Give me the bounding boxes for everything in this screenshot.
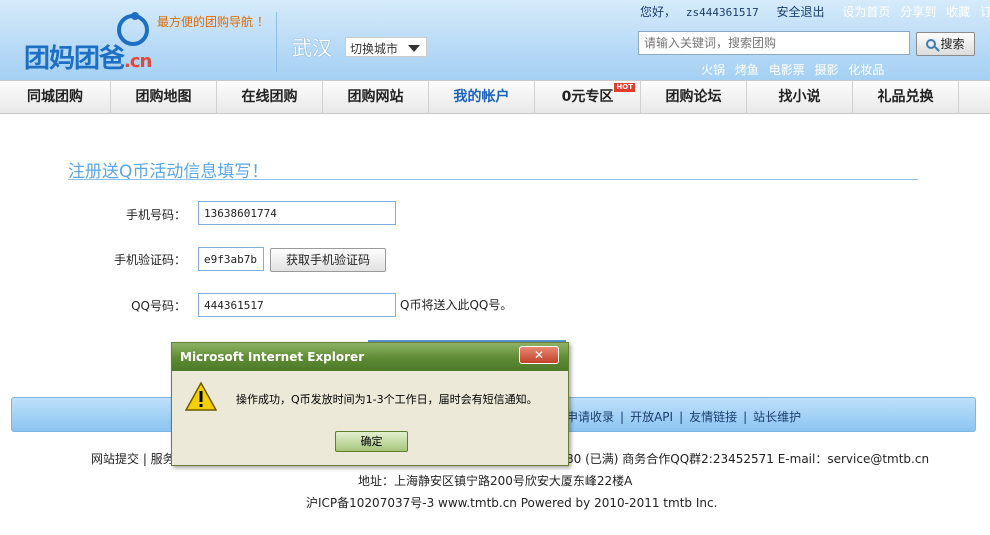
main-nav: 同城团购 团购地图 在线团购 团购网站 我的帐户 0元专区 HOT 团购论坛 找… (0, 80, 990, 114)
username[interactable]: zs444361517 (686, 6, 759, 19)
top-user-bar: 您好， zs444361517 安全退出 设为首页 分享到 收藏 订阅 (640, 3, 990, 20)
phone-field[interactable]: 13638601774 (198, 201, 396, 225)
chevron-down-icon (408, 45, 420, 52)
hotword-item[interactable]: 烤鱼 (735, 63, 759, 77)
footer-link-api[interactable]: 开放API (630, 410, 673, 424)
footer-links: 申请收录 | 开放API | 友情链接 | 站长维护 (566, 410, 802, 424)
hotword-item[interactable]: 火锅 (701, 63, 725, 77)
header-divider (276, 12, 277, 72)
hotword-item[interactable]: 化妆品 (848, 63, 884, 77)
get-code-button[interactable]: 获取手机验证码 (270, 248, 386, 272)
qq-hint: Q币将送入此QQ号。 (400, 298, 513, 312)
nav-item-online-group[interactable]: 在线团购 (217, 81, 323, 114)
dialog-body: 操作成功，Q币发放时间为1-3个工作日，届时会有短信通知。 确定 (174, 371, 566, 463)
dialog-title: Microsoft Internet Explorer (180, 350, 365, 364)
footer-line-contact: 80 (已满) 商务合作QQ群2:23452571 E-mail：service… (566, 452, 930, 466)
search-icon (926, 39, 937, 49)
qq-field[interactable]: 444361517 (198, 293, 396, 317)
nav-item-zero-zone[interactable]: 0元专区 HOT (535, 81, 641, 114)
dialog-close-button[interactable]: ✕ (519, 346, 559, 364)
warning-icon (185, 381, 217, 411)
form-divider (68, 179, 918, 180)
logout-link[interactable]: 安全退出 (777, 5, 825, 19)
hot-keywords: 火锅 烤鱼 电影票 摄影 化妆品 (701, 61, 890, 78)
nav-item-my-account[interactable]: 我的帐户 (429, 81, 535, 114)
logo-text: 团妈团爸.cn (24, 44, 152, 74)
subscribe-link[interactable]: 订阅 (980, 5, 990, 19)
set-homepage-link[interactable]: 设为首页 (842, 5, 890, 19)
nav-item-city-group[interactable]: 同城团购 (0, 81, 111, 114)
search-input[interactable] (638, 31, 910, 55)
nav-item-zero-zone-label: 0元专区 (561, 89, 614, 105)
footer-link-maintain[interactable]: 站长维护 (753, 410, 801, 424)
alert-dialog: Microsoft Internet Explorer ✕ 操作成功，Q币发放时… (171, 342, 569, 466)
hotword-item[interactable]: 电影票 (769, 63, 805, 77)
site-header: 团妈团爸.cn 最方便的团购导航 ！ 武汉 切换城市 您好， zs4443615… (0, 0, 990, 80)
hot-badge: HOT (614, 83, 635, 92)
dialog-message: 操作成功，Q币发放时间为1-3个工作日，届时会有短信通知。 (236, 393, 538, 406)
close-icon: ✕ (533, 348, 545, 362)
nav-item-group-map[interactable]: 团购地图 (111, 81, 217, 114)
share-link[interactable]: 分享到 (900, 5, 936, 19)
footer-address: 地址：上海静安区镇宁路200号欣安大厦东峰22楼A (358, 474, 633, 488)
phone-label: 手机号码： (125, 208, 186, 222)
nav-item-forum[interactable]: 团购论坛 (641, 81, 747, 114)
footer-link-friends[interactable]: 友情链接 (689, 410, 737, 424)
nav-item-gift-exchange[interactable]: 礼品兑换 (853, 81, 959, 114)
city-switch-dropdown[interactable]: 切换城市 (345, 37, 427, 57)
footer-copyright: 沪ICP备10207037号-3 www.tmtb.cn Powered by … (306, 496, 718, 510)
footer-line-left: 网站提交 | 服务 (91, 452, 175, 466)
nav-item-novels[interactable]: 找小说 (747, 81, 853, 114)
greeting: 您好， (640, 5, 677, 19)
hotword-item[interactable]: 摄影 (815, 63, 839, 77)
favorite-link[interactable]: 收藏 (946, 5, 970, 19)
code-field[interactable]: e9f3ab7b (198, 247, 264, 271)
slogan: 最方便的团购导航 ！ (157, 15, 269, 29)
qq-label: QQ号码： (131, 299, 186, 313)
search-button[interactable]: 搜索 (916, 32, 975, 56)
dialog-ok-button[interactable]: 确定 (335, 431, 408, 452)
nav-item-group-sites[interactable]: 团购网站 (323, 81, 429, 114)
footer-link-apply[interactable]: 申请收录 (566, 410, 614, 424)
code-label: 手机验证码： (113, 253, 186, 267)
dialog-titlebar[interactable]: Microsoft Internet Explorer ✕ (172, 343, 568, 371)
search-button-label: 搜索 (940, 37, 965, 51)
city-switch-label: 切换城市 (350, 42, 399, 56)
current-city: 武汉 (292, 36, 332, 60)
